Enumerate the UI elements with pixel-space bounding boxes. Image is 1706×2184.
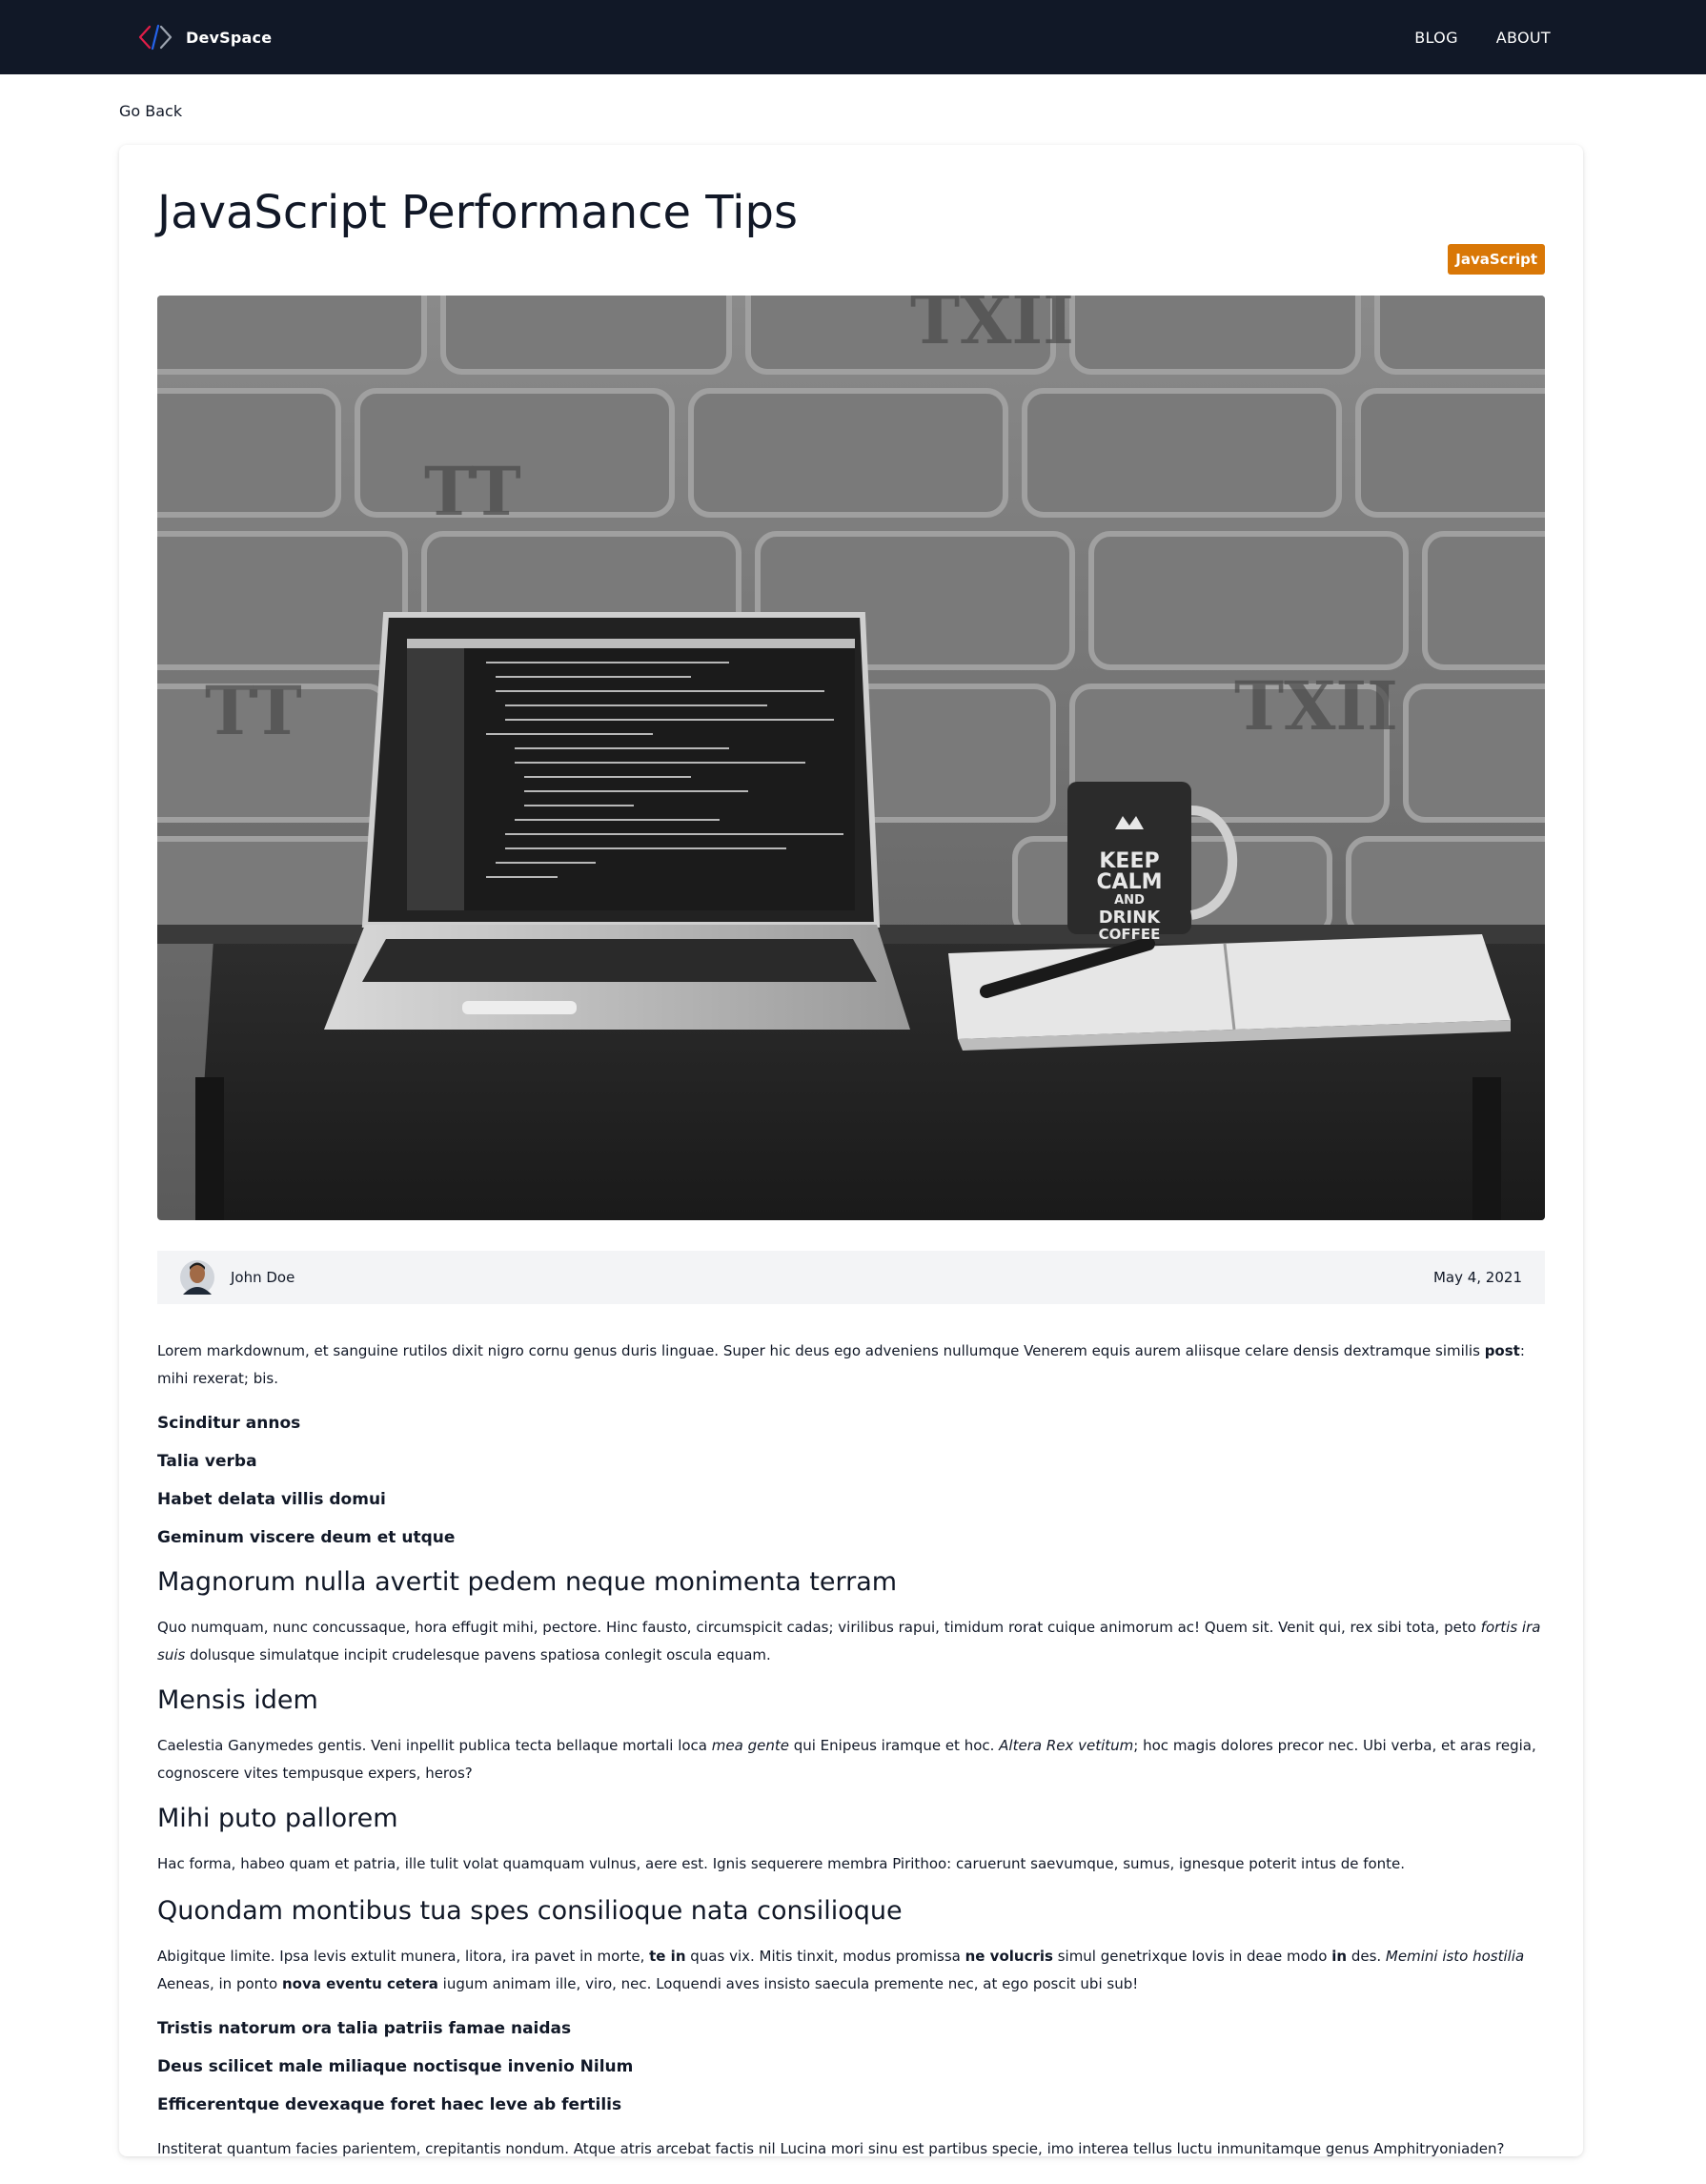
mug-text: CALM <box>1096 870 1162 894</box>
post-date: May 4, 2021 <box>1432 1269 1522 1286</box>
category-badge[interactable]: JavaScript <box>1448 244 1545 275</box>
nav-link-blog[interactable]: BLOG <box>1414 29 1458 47</box>
subheading: Talia verba <box>157 1452 257 1471</box>
wall-engraving: TXII <box>910 296 1074 359</box>
subheading: Efficerentque devexaque foret haec leve … <box>157 2095 622 2114</box>
section-heading: Mihi puto pallorem <box>157 1804 398 1833</box>
mug-text: COFFEE <box>1099 926 1161 943</box>
subheading: Geminum viscere deum et utque <box>157 1528 456 1547</box>
post-cover-image: TXII TXII TT TT KEEP CALM AND DRINK COFF… <box>157 296 1545 1220</box>
brand-name: DevSpace <box>186 28 273 47</box>
section-heading: Quondam montibus tua spes consilioque na… <box>157 1896 903 1926</box>
nav-link-about[interactable]: ABOUT <box>1496 29 1551 47</box>
paragraph: Hac forma, habeo quam et patria, ille tu… <box>157 1855 1406 1872</box>
nav-links: BLOG ABOUT <box>1414 29 1551 47</box>
wall-engraving: TXII <box>1234 666 1398 745</box>
post-title: JavaScript Performance Tips <box>157 186 798 239</box>
wall-engraving: TT <box>424 452 521 531</box>
go-back-link[interactable]: Go Back <box>119 102 182 120</box>
code-logo-icon <box>138 24 173 51</box>
paragraph: Institerat quantum facies parientem, cre… <box>157 2140 1505 2157</box>
paragraph: Lorem markdownum, et sanguine rutilos di… <box>157 1342 1525 1387</box>
section-heading: Mensis idem <box>157 1685 318 1715</box>
subheading: Deus scilicet male miliaque noctisque in… <box>157 2057 634 2076</box>
wall-engraving: TT <box>205 671 302 750</box>
author-bar: John Doe May 4, 2021 <box>157 1251 1545 1304</box>
post-body: Lorem markdownum, et sanguine rutilos di… <box>157 1337 1545 2163</box>
paragraph: Caelestia Ganymedes gentis. Veni inpelli… <box>157 1737 1536 1782</box>
brand-link[interactable]: DevSpace <box>136 24 272 51</box>
mug-text: AND <box>1114 893 1145 908</box>
post-card: JavaScript Performance Tips JavaScript T… <box>119 145 1583 2157</box>
top-navbar: DevSpace BLOG ABOUT <box>0 0 1706 74</box>
author-info: John Doe <box>180 1258 294 1296</box>
mug-text: DRINK <box>1099 908 1162 928</box>
section-heading: Magnorum nulla avertit pedem neque monim… <box>157 1567 898 1597</box>
subheading: Tristis natorum ora talia patriis famae … <box>157 2019 572 2038</box>
author-avatar <box>180 1260 214 1295</box>
paragraph: Abigitque limite. Ipsa levis extulit mun… <box>157 1948 1525 1992</box>
subheading: Scinditur annos <box>157 1414 301 1433</box>
paragraph: Quo numquam, nunc concussaque, hora effu… <box>157 1619 1541 1664</box>
post-title-row: JavaScript Performance Tips JavaScript <box>157 183 1545 296</box>
author-name: John Doe <box>231 1269 295 1286</box>
subheading: Habet delata villis domui <box>157 1490 386 1509</box>
